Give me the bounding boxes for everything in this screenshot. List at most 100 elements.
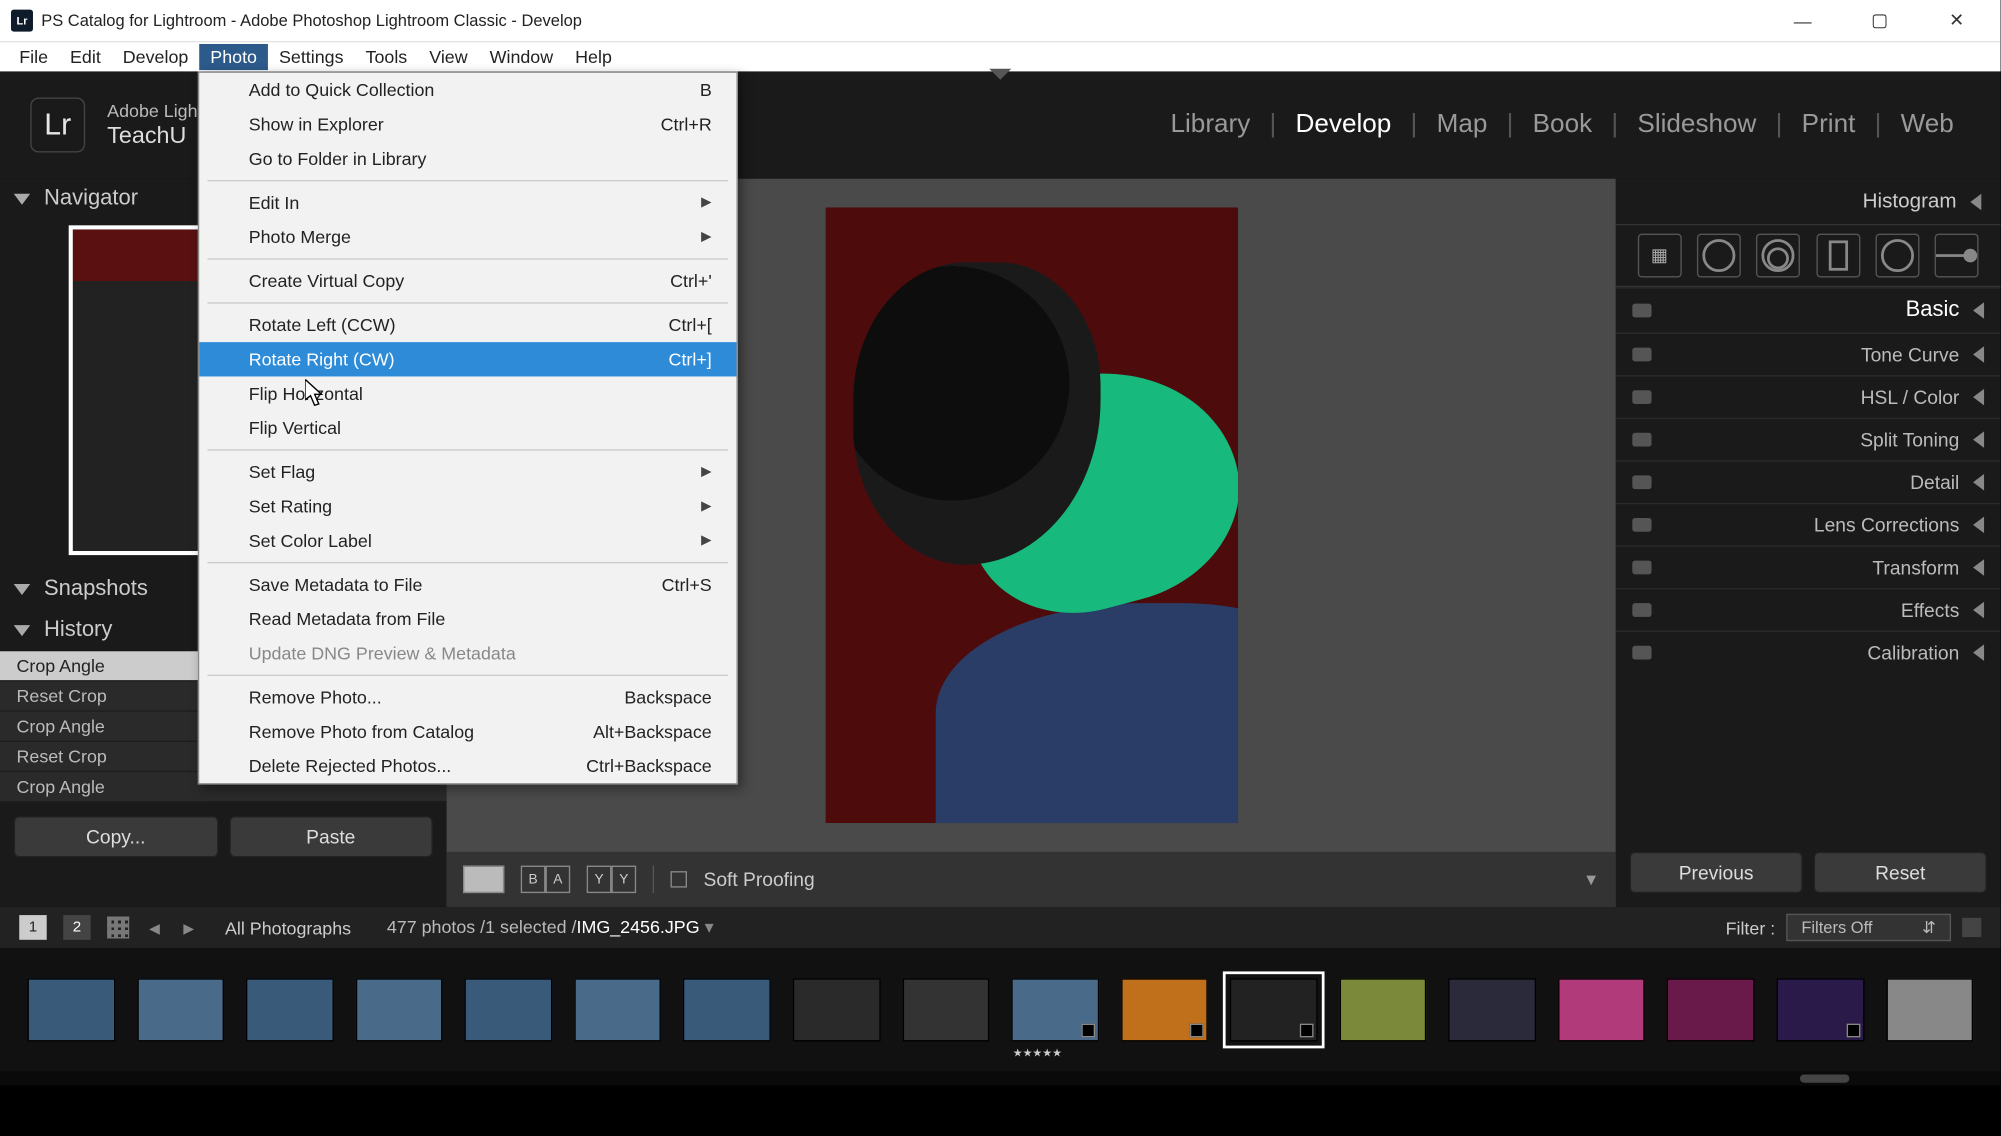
brush-tool-icon[interactable] [1935, 234, 1979, 278]
menu-item-photo-merge[interactable]: Photo Merge▶ [199, 220, 736, 254]
filter-select[interactable]: Filters Off⇵ [1786, 914, 1951, 941]
menu-photo[interactable]: Photo [199, 44, 268, 70]
histogram-header[interactable]: Histogram [1616, 179, 2001, 224]
next-photo-icon[interactable]: ► [180, 917, 198, 938]
loupe-view-icon[interactable] [463, 866, 504, 893]
previous-button[interactable]: Previous [1630, 852, 1803, 893]
panel-calibration[interactable]: Calibration [1616, 631, 2001, 674]
menu-edit[interactable]: Edit [59, 44, 112, 70]
menu-item-save-metadata-to-file[interactable]: Save Metadata to FileCtrl+S [199, 567, 736, 601]
menu-item-rotate-left-ccw[interactable]: Rotate Left (CCW)Ctrl+[ [199, 308, 736, 342]
spot-tool-icon[interactable] [1697, 234, 1741, 278]
panel-basic[interactable]: Basic [1616, 287, 2001, 332]
menu-item-set-color-label[interactable]: Set Color Label▶ [199, 523, 736, 557]
photo-canvas[interactable] [825, 207, 1237, 823]
menu-view[interactable]: View [418, 44, 478, 70]
panel-hsl-color[interactable]: HSL / Color [1616, 375, 2001, 418]
minimize-button[interactable]: — [1778, 1, 1827, 39]
module-map[interactable]: Map [1420, 102, 1504, 149]
panel-transform[interactable]: Transform [1616, 545, 2001, 588]
menu-settings[interactable]: Settings [268, 44, 355, 70]
menu-item-flip-vertical[interactable]: Flip Vertical [199, 411, 736, 445]
reset-button[interactable]: Reset [1814, 852, 1987, 893]
filter-lock-icon[interactable] [1962, 918, 1981, 937]
menu-item-remove-photo[interactable]: Remove Photo...Backspace [199, 680, 736, 714]
menu-item-set-flag[interactable]: Set Flag▶ [199, 455, 736, 489]
panel-switch-icon[interactable] [1632, 561, 1651, 575]
panel-switch-icon[interactable] [1632, 475, 1651, 489]
filmstrip-thumbnail[interactable] [27, 978, 114, 1041]
filmstrip-thumbnail[interactable] [1121, 978, 1208, 1041]
collapse-top-icon[interactable] [989, 69, 1011, 80]
panel-detail[interactable]: Detail [1616, 460, 2001, 503]
filmstrip-thumbnail[interactable] [465, 978, 552, 1041]
radial-tool-icon[interactable] [1875, 234, 1919, 278]
module-library[interactable]: Library [1154, 102, 1267, 149]
secondary-display-2[interactable]: 2 [63, 915, 90, 940]
secondary-display-1[interactable]: 1 [19, 915, 46, 940]
filmstrip-scrollbar[interactable] [0, 1072, 2001, 1086]
menu-item-edit-in[interactable]: Edit In▶ [199, 185, 736, 219]
menu-item-remove-photo-from-catalog[interactable]: Remove Photo from CatalogAlt+Backspace [199, 714, 736, 748]
filmstrip[interactable]: ★★★★★ [0, 948, 2001, 1072]
panel-switch-icon[interactable] [1632, 348, 1651, 362]
menu-item-rotate-right-cw[interactable]: Rotate Right (CW)Ctrl+] [199, 342, 736, 376]
panel-switch-icon[interactable] [1632, 603, 1651, 617]
menu-item-flip-horizontal[interactable]: Flip Horizontal [199, 376, 736, 410]
menu-tools[interactable]: Tools [355, 44, 419, 70]
filmstrip-thumbnail[interactable] [137, 978, 224, 1041]
menu-item-add-to-quick-collection[interactable]: Add to Quick CollectionB [199, 73, 736, 107]
close-button[interactable]: ✕ [1932, 1, 1981, 39]
panel-switch-icon[interactable] [1632, 646, 1651, 660]
menu-item-set-rating[interactable]: Set Rating▶ [199, 489, 736, 523]
module-develop[interactable]: Develop [1279, 102, 1408, 149]
grid-view-icon[interactable] [107, 916, 129, 938]
maximize-button[interactable]: ▢ [1855, 1, 1904, 39]
soft-proofing-checkbox[interactable] [671, 871, 687, 887]
menu-window[interactable]: Window [479, 44, 565, 70]
filmstrip-thumbnail[interactable] [1230, 978, 1317, 1041]
module-print[interactable]: Print [1785, 102, 1872, 149]
filmstrip-thumbnail[interactable] [1886, 978, 1973, 1041]
filmstrip-thumbnail[interactable] [1777, 978, 1864, 1041]
panel-switch-icon[interactable] [1632, 433, 1651, 447]
panel-switch-icon[interactable] [1632, 390, 1651, 404]
menu-file[interactable]: File [8, 44, 59, 70]
menu-develop[interactable]: Develop [112, 44, 200, 70]
filmstrip-thumbnail[interactable] [1339, 978, 1426, 1041]
gradient-tool-icon[interactable] [1816, 234, 1860, 278]
filmstrip-thumbnail[interactable] [902, 978, 989, 1041]
filmstrip-thumbnail[interactable] [1667, 978, 1754, 1041]
panel-switch-icon[interactable] [1632, 304, 1651, 318]
panel-switch-icon[interactable] [1632, 518, 1651, 532]
copy-button[interactable]: Copy... [14, 816, 218, 857]
filmstrip-thumbnail[interactable]: ★★★★★ [1011, 978, 1098, 1041]
module-web[interactable]: Web [1884, 102, 1970, 149]
module-slideshow[interactable]: Slideshow [1621, 102, 1773, 149]
filmstrip-thumbnail[interactable] [574, 978, 661, 1041]
prev-photo-icon[interactable]: ◄ [146, 917, 164, 938]
filmstrip-thumbnail[interactable] [246, 978, 333, 1041]
filmstrip-thumbnail[interactable] [355, 978, 442, 1041]
panel-effects[interactable]: Effects [1616, 588, 2001, 631]
paste-button[interactable]: Paste [229, 816, 433, 857]
toolbar-chevron-icon[interactable]: ▼ [1583, 870, 1599, 889]
menu-item-create-virtual-copy[interactable]: Create Virtual CopyCtrl+' [199, 264, 736, 298]
menu-item-go-to-folder-in-library[interactable]: Go to Folder in Library [199, 142, 736, 176]
menu-help[interactable]: Help [564, 44, 623, 70]
filmstrip-thumbnail[interactable] [683, 978, 770, 1041]
panel-split-toning[interactable]: Split Toning [1616, 418, 2001, 461]
panel-tone-curve[interactable]: Tone Curve [1616, 333, 2001, 376]
redeye-tool-icon[interactable] [1756, 234, 1800, 278]
before-after-tb-icon[interactable]: YY [587, 866, 636, 893]
source-crumb[interactable]: All Photographs [225, 917, 351, 938]
menu-item-show-in-explorer[interactable]: Show in ExplorerCtrl+R [199, 107, 736, 141]
module-book[interactable]: Book [1516, 102, 1608, 149]
panel-lens-corrections[interactable]: Lens Corrections [1616, 503, 2001, 546]
filmstrip-thumbnail[interactable] [1558, 978, 1645, 1041]
filmstrip-thumbnail[interactable] [1449, 978, 1536, 1041]
before-after-lr-icon[interactable]: BA [521, 866, 570, 893]
menu-item-delete-rejected-photos[interactable]: Delete Rejected Photos...Ctrl+Backspace [199, 749, 736, 783]
menu-item-read-metadata-from-file[interactable]: Read Metadata from File [199, 602, 736, 636]
filmstrip-thumbnail[interactable] [793, 978, 880, 1041]
